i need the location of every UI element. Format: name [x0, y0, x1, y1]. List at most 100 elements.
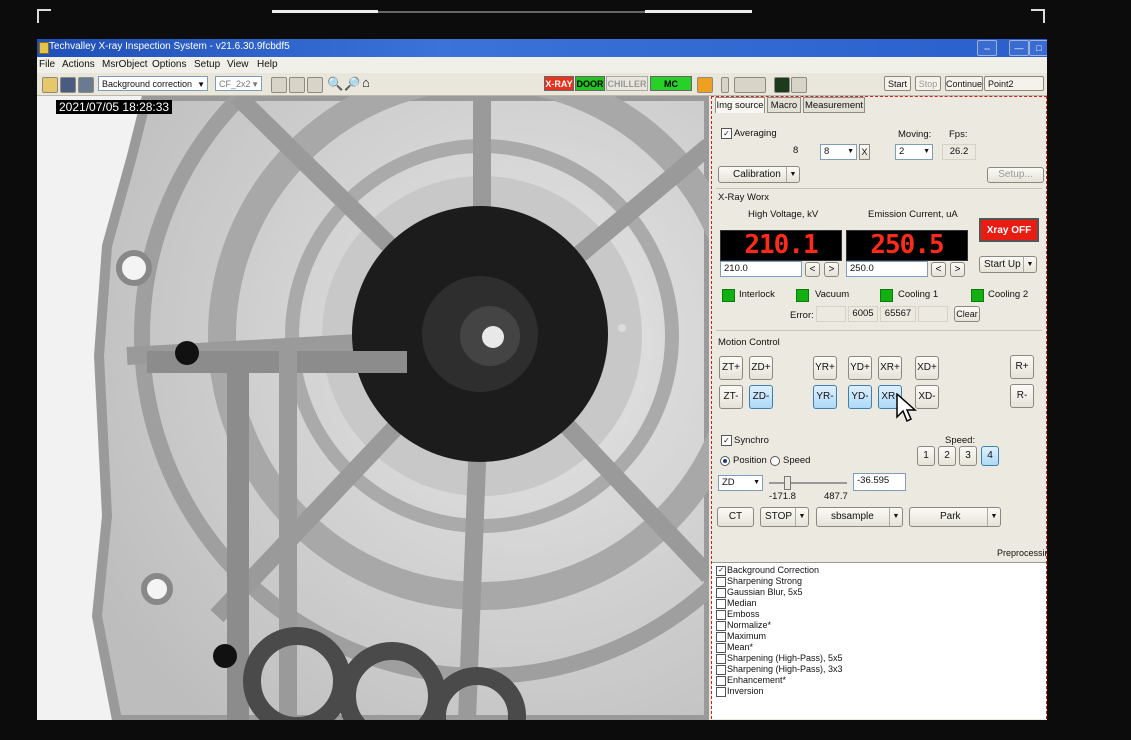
list-item-checkbox[interactable]: [716, 654, 726, 664]
door-status-indicator: DOOR: [575, 76, 605, 91]
emission-current-label: Emission Current, uA: [868, 209, 958, 220]
save-all-icon[interactable]: [78, 77, 94, 93]
xd-minus-button[interactable]: XD-: [915, 385, 939, 409]
list-item-checkbox[interactable]: [716, 687, 726, 697]
position-radio[interactable]: [720, 456, 730, 466]
setup-button[interactable]: Setup...: [987, 167, 1044, 183]
list-item-label: Sharpening Strong: [727, 576, 803, 586]
calibration-button[interactable]: Calibration ▼: [718, 166, 800, 183]
hv-decrease-button[interactable]: <: [805, 262, 820, 277]
r-minus-button[interactable]: R-: [1010, 384, 1034, 408]
tab-macro[interactable]: Macro: [767, 97, 801, 113]
zd-plus-button[interactable]: ZD+: [749, 356, 773, 380]
synchro-checkbox[interactable]: ✓: [721, 435, 732, 446]
averaging-combo[interactable]: 8 ▼: [820, 144, 857, 160]
camera-icon[interactable]: [289, 77, 305, 93]
xr-plus-button[interactable]: XR+: [878, 356, 902, 380]
continue-button[interactable]: Continue: [945, 76, 983, 91]
speed-1-button[interactable]: 1: [917, 446, 935, 466]
emission-current-setpoint[interactable]: 250.0: [846, 261, 928, 277]
yr-plus-button[interactable]: YR+: [813, 356, 837, 380]
list-item-checkbox[interactable]: [716, 588, 726, 598]
zd-minus-button[interactable]: ZD-: [749, 385, 773, 409]
list-item-checkbox[interactable]: [716, 676, 726, 686]
ruler-icon[interactable]: [734, 77, 766, 93]
speed-radio[interactable]: [770, 456, 780, 466]
start-button[interactable]: Start: [884, 76, 911, 91]
restore-button[interactable]: ⇔: [977, 40, 997, 56]
list-item-checkbox[interactable]: [716, 610, 726, 620]
current-increase-button[interactable]: >: [950, 262, 965, 277]
current-decrease-button[interactable]: <: [931, 262, 946, 277]
menu-file[interactable]: File: [39, 59, 55, 70]
averaging-combo-value: 8: [824, 146, 830, 157]
open-folder-icon[interactable]: [42, 77, 58, 93]
averaging-checkbox[interactable]: ✓: [721, 128, 732, 139]
stop-button[interactable]: Stop: [915, 76, 941, 91]
list-item-checkbox[interactable]: [716, 643, 726, 653]
filter-combo[interactable]: Background correction ▼: [98, 76, 208, 91]
axis-combo[interactable]: ZD ▼: [718, 475, 763, 491]
zoom-in-icon[interactable]: 🔍: [327, 76, 343, 92]
stop-motion-button[interactable]: STOP ▼: [760, 507, 809, 527]
hv-increase-button[interactable]: >: [824, 262, 839, 277]
menu-options[interactable]: Options: [152, 59, 186, 70]
moving-combo[interactable]: 2 ▼: [895, 144, 933, 160]
menu-help[interactable]: Help: [257, 59, 278, 70]
list-item-checkbox[interactable]: [716, 632, 726, 642]
record-icon[interactable]: [791, 77, 807, 93]
minimize-button[interactable]: —: [1009, 40, 1029, 56]
start-up-button[interactable]: Start Up ▼: [979, 256, 1037, 273]
speed-3-button[interactable]: 3: [959, 446, 977, 466]
axis-position-input[interactable]: -36.595: [853, 473, 906, 491]
yr-minus-button[interactable]: YR-: [813, 385, 837, 409]
save-icon[interactable]: [60, 77, 76, 93]
axis-slider-track[interactable]: [769, 482, 847, 484]
list-item-checkbox[interactable]: [716, 621, 726, 631]
speed-2-button[interactable]: 2: [938, 446, 956, 466]
xray-off-button[interactable]: Xray OFF: [979, 218, 1039, 242]
high-voltage-setpoint[interactable]: 210.0: [720, 261, 802, 277]
park-button[interactable]: Park ▼: [909, 507, 1001, 527]
home-icon[interactable]: ⌂: [362, 75, 370, 90]
pause-icon[interactable]: [721, 77, 729, 93]
speed-4-button[interactable]: 4: [981, 446, 999, 466]
axis-slider-thumb[interactable]: [784, 476, 791, 490]
synchro-label: Synchro: [734, 435, 769, 446]
yd-minus-button[interactable]: YD-: [848, 385, 872, 409]
clear-button[interactable]: Clear: [954, 306, 980, 322]
list-item-checkbox[interactable]: ✓: [716, 566, 726, 576]
fit-view-icon[interactable]: [307, 77, 323, 93]
list-item-checkbox[interactable]: [716, 599, 726, 609]
xray-image-view[interactable]: 2021/07/05 18:28:33: [37, 96, 709, 720]
menu-setup[interactable]: Setup: [194, 59, 220, 70]
list-item-label: Normalize*: [727, 620, 772, 630]
detector-icon[interactable]: [774, 77, 790, 93]
zt-minus-button[interactable]: ZT-: [719, 385, 743, 409]
yd-plus-button[interactable]: YD+: [848, 356, 872, 380]
binning-combo[interactable]: CF_2x2 ▼: [215, 76, 262, 91]
ct-button[interactable]: CT: [717, 507, 754, 527]
menu-actions[interactable]: Actions: [62, 59, 95, 70]
averaging-x-button[interactable]: X: [859, 144, 870, 160]
tab-img-source[interactable]: Img source: [715, 97, 765, 113]
maximize-button[interactable]: □: [1029, 40, 1047, 56]
sample-combo-button[interactable]: sbsample ▼: [816, 507, 903, 527]
vacuum-label: Vacuum: [815, 289, 850, 300]
zoom-out-icon[interactable]: 🔎: [344, 76, 360, 92]
list-item-checkbox[interactable]: [716, 577, 726, 587]
grid-icon[interactable]: [271, 77, 287, 93]
interlock-indicator: [722, 289, 735, 302]
list-item-checkbox[interactable]: [716, 665, 726, 675]
tab-measurement[interactable]: Measurement: [803, 97, 865, 113]
point-combo[interactable]: Point2: [984, 76, 1044, 91]
window-title: Techvalley X-ray Inspection System - v21…: [49, 41, 290, 52]
zt-plus-button[interactable]: ZT+: [719, 356, 743, 380]
chevron-down-icon: ▼: [889, 508, 902, 526]
menu-view[interactable]: View: [227, 59, 249, 70]
preprocessing-list[interactable]: ✓ Background Correction Sharpening Strong…: [712, 562, 1046, 719]
xd-plus-button[interactable]: XD+: [915, 356, 939, 380]
r-plus-button[interactable]: R+: [1010, 355, 1034, 379]
xray-tube-icon[interactable]: [697, 77, 713, 93]
menu-msrobject[interactable]: MsrObject: [102, 59, 148, 70]
